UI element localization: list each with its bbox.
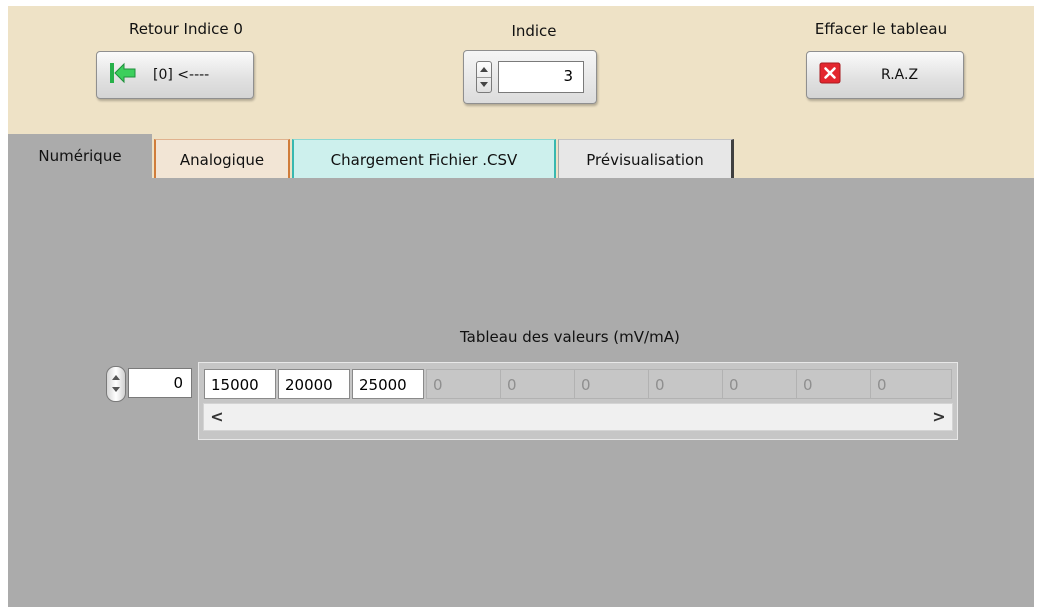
- array-cell[interactable]: 0: [722, 369, 796, 399]
- raz-button-text: R.A.Z: [881, 67, 919, 83]
- array-index-spinner[interactable]: [106, 366, 126, 402]
- tab-analogique-label: Analogique: [179, 151, 265, 169]
- array-index-up-icon[interactable]: [112, 375, 120, 380]
- scroll-left-icon[interactable]: <: [206, 404, 228, 430]
- indice-control: 3: [463, 50, 597, 104]
- array-cell[interactable]: 0: [870, 369, 952, 399]
- tab-chargement-csv[interactable]: Chargement Fichier .CSV: [292, 139, 556, 178]
- indice-label: Indice: [511, 22, 557, 40]
- tab-numerique-label: Numérique: [38, 147, 122, 165]
- indice-spinner[interactable]: [476, 61, 492, 93]
- increment-arrow-icon[interactable]: [477, 62, 491, 78]
- green-left-arrow-icon: [109, 62, 137, 88]
- tab-chargement-csv-label: Chargement Fichier .CSV: [330, 151, 518, 169]
- decrement-arrow-icon[interactable]: [477, 77, 491, 92]
- toolbar: Retour Indice 0 [0] <---- Indice 3 Effac…: [8, 6, 1034, 134]
- values-array: 15000 20000 25000 0 0 0 0 0 0 0 < >: [198, 362, 958, 440]
- vi-front-panel: Retour Indice 0 [0] <---- Indice 3 Effac…: [8, 6, 1034, 607]
- array-cell[interactable]: 0: [574, 369, 648, 399]
- retour-indice-button-text: [0] <----: [153, 67, 210, 83]
- red-x-icon: [819, 62, 841, 88]
- array-label: Tableau des valeurs (mV/mA): [460, 328, 680, 346]
- array-cell[interactable]: 25000: [352, 369, 424, 399]
- array-horizontal-scrollbar[interactable]: < >: [203, 403, 953, 431]
- array-cell[interactable]: 0: [500, 369, 574, 399]
- array-cell[interactable]: 0: [796, 369, 870, 399]
- tab-previsualisation[interactable]: Prévisualisation: [558, 139, 734, 178]
- retour-indice-label: Retour Indice 0: [129, 20, 243, 38]
- array-cell[interactable]: 0: [648, 369, 722, 399]
- effacer-tableau-label: Effacer le tableau: [814, 20, 948, 38]
- raz-button[interactable]: R.A.Z: [806, 51, 964, 99]
- array-cell[interactable]: 0: [426, 369, 500, 399]
- scroll-right-icon[interactable]: >: [928, 404, 950, 430]
- indice-input[interactable]: 3: [498, 61, 584, 93]
- tab-panel-numerique: Tableau des valeurs (mV/mA) 0 15000 2000…: [8, 178, 1034, 607]
- tab-analogique[interactable]: Analogique: [154, 139, 290, 178]
- array-index-down-icon[interactable]: [112, 387, 120, 392]
- tab-previsualisation-label: Prévisualisation: [586, 151, 704, 169]
- tab-bar: Numérique Analogique Chargement Fichier …: [8, 134, 1034, 178]
- array-cell[interactable]: 20000: [278, 369, 350, 399]
- array-cell[interactable]: 15000: [204, 369, 276, 399]
- retour-indice-button[interactable]: [0] <----: [96, 51, 254, 99]
- tab-numerique[interactable]: Numérique: [8, 134, 152, 178]
- array-index-input[interactable]: 0: [128, 368, 192, 398]
